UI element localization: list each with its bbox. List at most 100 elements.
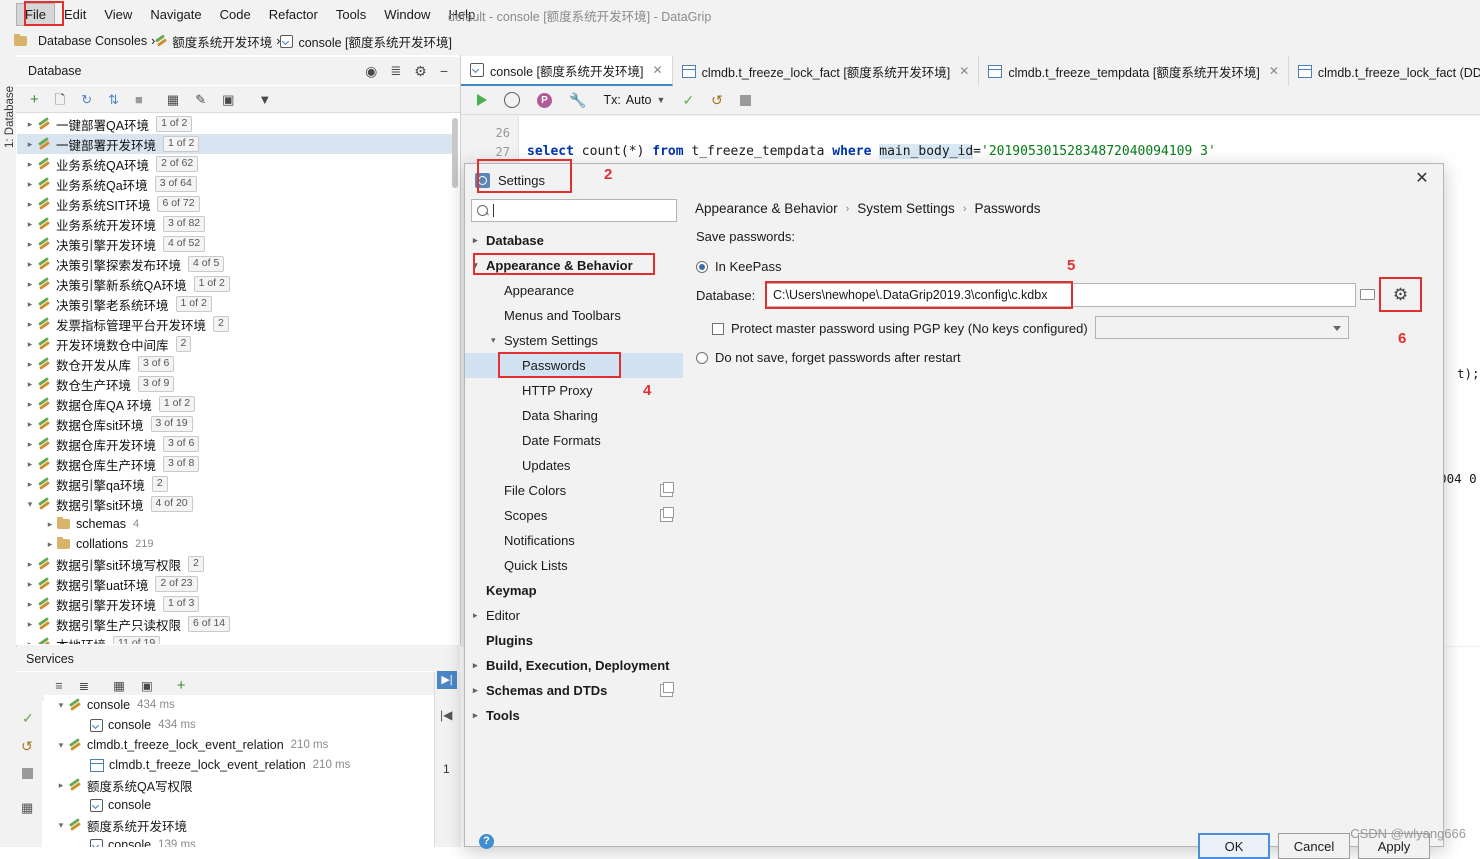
settings-target-icon[interactable]: ◉ [365, 63, 377, 80]
database-tree-scrollbar[interactable] [452, 118, 458, 188]
tab-freeze-tempdata[interactable]: clmdb.t_freeze_tempdata [额度系统开发环境] ✕ [979, 56, 1289, 86]
database-tree-row[interactable]: ▸决策引擎开发环境4 of 52 [17, 234, 458, 254]
radio-do-not-save[interactable]: Do not save, forget passwords after rest… [696, 350, 961, 365]
ok-button[interactable]: OK [1198, 833, 1270, 859]
settings-tree-item[interactable]: Updates [465, 453, 683, 478]
parameters-icon[interactable]: P [537, 93, 552, 108]
history-icon[interactable] [504, 92, 520, 108]
close-icon[interactable]: ✕ [1269, 64, 1279, 78]
chevron-right-icon[interactable]: ▸ [473, 685, 486, 696]
chevron-right-icon[interactable]: ▸ [23, 119, 37, 130]
collapse-all-icon[interactable]: ≣ [79, 678, 89, 693]
collapse-all-icon[interactable]: ≣ [390, 63, 401, 79]
settings-tree-item[interactable]: File Colors [465, 478, 683, 503]
chevron-right-icon[interactable]: ▸ [23, 599, 37, 610]
settings-tree-item[interactable]: ▸Schemas and DTDs [465, 678, 683, 703]
chevron-down-icon[interactable]: ▾ [54, 700, 68, 711]
database-tree-row[interactable]: ▸业务系统QA环境2 of 62 [17, 154, 458, 174]
chevron-down-icon[interactable]: ▾ [54, 740, 68, 751]
close-icon[interactable]: ✕ [1413, 171, 1431, 189]
browse-folder-icon[interactable] [1360, 287, 1374, 300]
chevron-right-icon[interactable]: ▸ [23, 439, 37, 450]
tab-console[interactable]: console [额度系统开发环境] ✕ [461, 56, 673, 86]
settings-breadcrumb-item-2[interactable]: System Settings [857, 201, 955, 216]
sidebar-item-database-vertical[interactable]: 1: Database [4, 86, 16, 148]
services-tree-row[interactable]: ▾console434 ms [44, 695, 434, 715]
copy-icon[interactable] [660, 509, 673, 522]
pgp-key-select[interactable] [1095, 316, 1349, 339]
database-tree-row[interactable]: ▸数据引擎生产只读权限6 of 14 [17, 614, 458, 634]
chevron-right-icon[interactable]: ▸ [23, 159, 37, 170]
settings-tree-item[interactable]: Data Sharing [465, 403, 683, 428]
stop-icon[interactable] [740, 95, 751, 106]
services-tree-row[interactable]: ▾额度系统开发环境 [44, 815, 434, 835]
chevron-right-icon[interactable]: ▸ [23, 279, 37, 290]
chevron-right-icon[interactable]: ▸ [23, 579, 37, 590]
database-tree-row[interactable]: ▸数据引擎sit环境写权限2 [17, 554, 458, 574]
services-tree-row[interactable]: ▾clmdb.t_freeze_lock_event_relation210 m… [44, 735, 434, 755]
gear-icon[interactable]: ⚙ [414, 63, 427, 80]
stop-icon[interactable] [22, 768, 33, 779]
query-icon[interactable]: ▣ [222, 93, 234, 106]
chevron-right-icon[interactable]: ▸ [23, 339, 37, 350]
rollback-icon[interactable]: ↺ [711, 92, 723, 109]
database-tree-row[interactable]: ▸一键部署开发环境1 of 2 [17, 134, 458, 154]
settings-tree-item[interactable]: Keymap [465, 578, 683, 603]
settings-tree-item[interactable]: ▾System Settings [465, 328, 683, 353]
settings-tree-item[interactable]: Plugins [465, 628, 683, 653]
database-tree-row[interactable]: ▸collations219 [17, 534, 458, 554]
sync-icon[interactable]: ⇅ [108, 93, 119, 106]
database-tree-row[interactable]: ▸schemas4 [17, 514, 458, 534]
database-path-input[interactable]: C:\Users\newhope\.DataGrip2019.3\config\… [766, 283, 1356, 307]
copy-icon[interactable] [660, 684, 673, 697]
chevron-right-icon[interactable]: ▸ [23, 319, 37, 330]
chevron-right-icon[interactable]: ▸ [43, 539, 57, 550]
chevron-down-icon[interactable]: ▾ [54, 820, 68, 831]
chevron-right-icon[interactable]: ▸ [23, 619, 37, 630]
database-tree[interactable]: ▸一键部署QA环境1 of 2▸一键部署开发环境1 of 2▸业务系统QA环境2… [17, 114, 458, 644]
services-tree-row[interactable]: ▸额度系统QA写权限 [44, 775, 434, 795]
add-icon[interactable]: + [177, 677, 186, 694]
commit-icon[interactable]: ✓ [682, 92, 694, 109]
settings-search-input[interactable] [471, 199, 677, 222]
chevron-right-icon[interactable]: ▸ [23, 359, 37, 370]
chevron-right-icon[interactable]: ▸ [43, 519, 57, 530]
settings-tree-item[interactable]: Notifications [465, 528, 683, 553]
services-tree-row[interactable]: console139 ms [44, 835, 434, 847]
chevron-right-icon[interactable]: ▸ [23, 459, 37, 470]
menu-window[interactable]: Window [375, 3, 439, 26]
database-tree-row[interactable]: ▸数据仓库QA 环境1 of 2 [17, 394, 458, 414]
chevron-right-icon[interactable]: ▸ [54, 780, 68, 791]
checkbox-protect-pgp[interactable]: Protect master password using PGP key (N… [712, 321, 1088, 336]
database-tree-row[interactable]: ▸决策引擎探索发布环境4 of 5 [17, 254, 458, 274]
menu-edit[interactable]: Edit [55, 3, 95, 26]
stop-icon[interactable]: ■ [135, 93, 143, 106]
chevron-right-icon[interactable]: ▸ [23, 239, 37, 250]
chevron-right-icon[interactable]: ▸ [23, 639, 37, 645]
cancel-button[interactable]: Cancel [1278, 833, 1350, 859]
settings-tree-item[interactable]: Passwords [465, 353, 683, 378]
chevron-right-icon[interactable]: ▸ [473, 235, 486, 246]
chevron-down-icon[interactable]: ▾ [473, 260, 486, 271]
menu-file[interactable]: File [16, 3, 55, 26]
breadcrumb-item-connection[interactable]: 额度系统开发环境 [155, 32, 272, 51]
settings-tree-item[interactable]: Menus and Toolbars [465, 303, 683, 328]
chevron-right-icon[interactable]: ▸ [473, 660, 486, 671]
refresh-icon[interactable]: ↻ [81, 93, 92, 106]
breadcrumb-item-consoles[interactable]: Database Consoles [14, 34, 147, 48]
database-tree-row[interactable]: ▸数据仓库生产环境3 of 8 [17, 454, 458, 474]
database-tree-row[interactable]: ▸决策引擎老系统环境1 of 2 [17, 294, 458, 314]
close-icon[interactable]: ✕ [959, 64, 969, 78]
menu-code[interactable]: Code [211, 3, 260, 26]
copy-icon[interactable]: 🗋 [55, 93, 65, 106]
chevron-right-icon[interactable]: ▸ [23, 379, 37, 390]
chevron-right-icon[interactable]: ▸ [23, 219, 37, 230]
add-icon[interactable]: + [30, 92, 39, 107]
commit-icon[interactable]: ✓ [22, 710, 34, 727]
settings-tree-item[interactable]: Quick Lists [465, 553, 683, 578]
database-tree-row[interactable]: ▸数据仓库开发环境3 of 6 [17, 434, 458, 454]
grid-icon[interactable]: ▦ [21, 800, 33, 816]
database-tree-row[interactable]: ▸一键部署QA环境1 of 2 [17, 114, 458, 134]
services-tree-row[interactable]: console434 ms [44, 715, 434, 735]
services-tree-row[interactable]: console [44, 795, 434, 815]
